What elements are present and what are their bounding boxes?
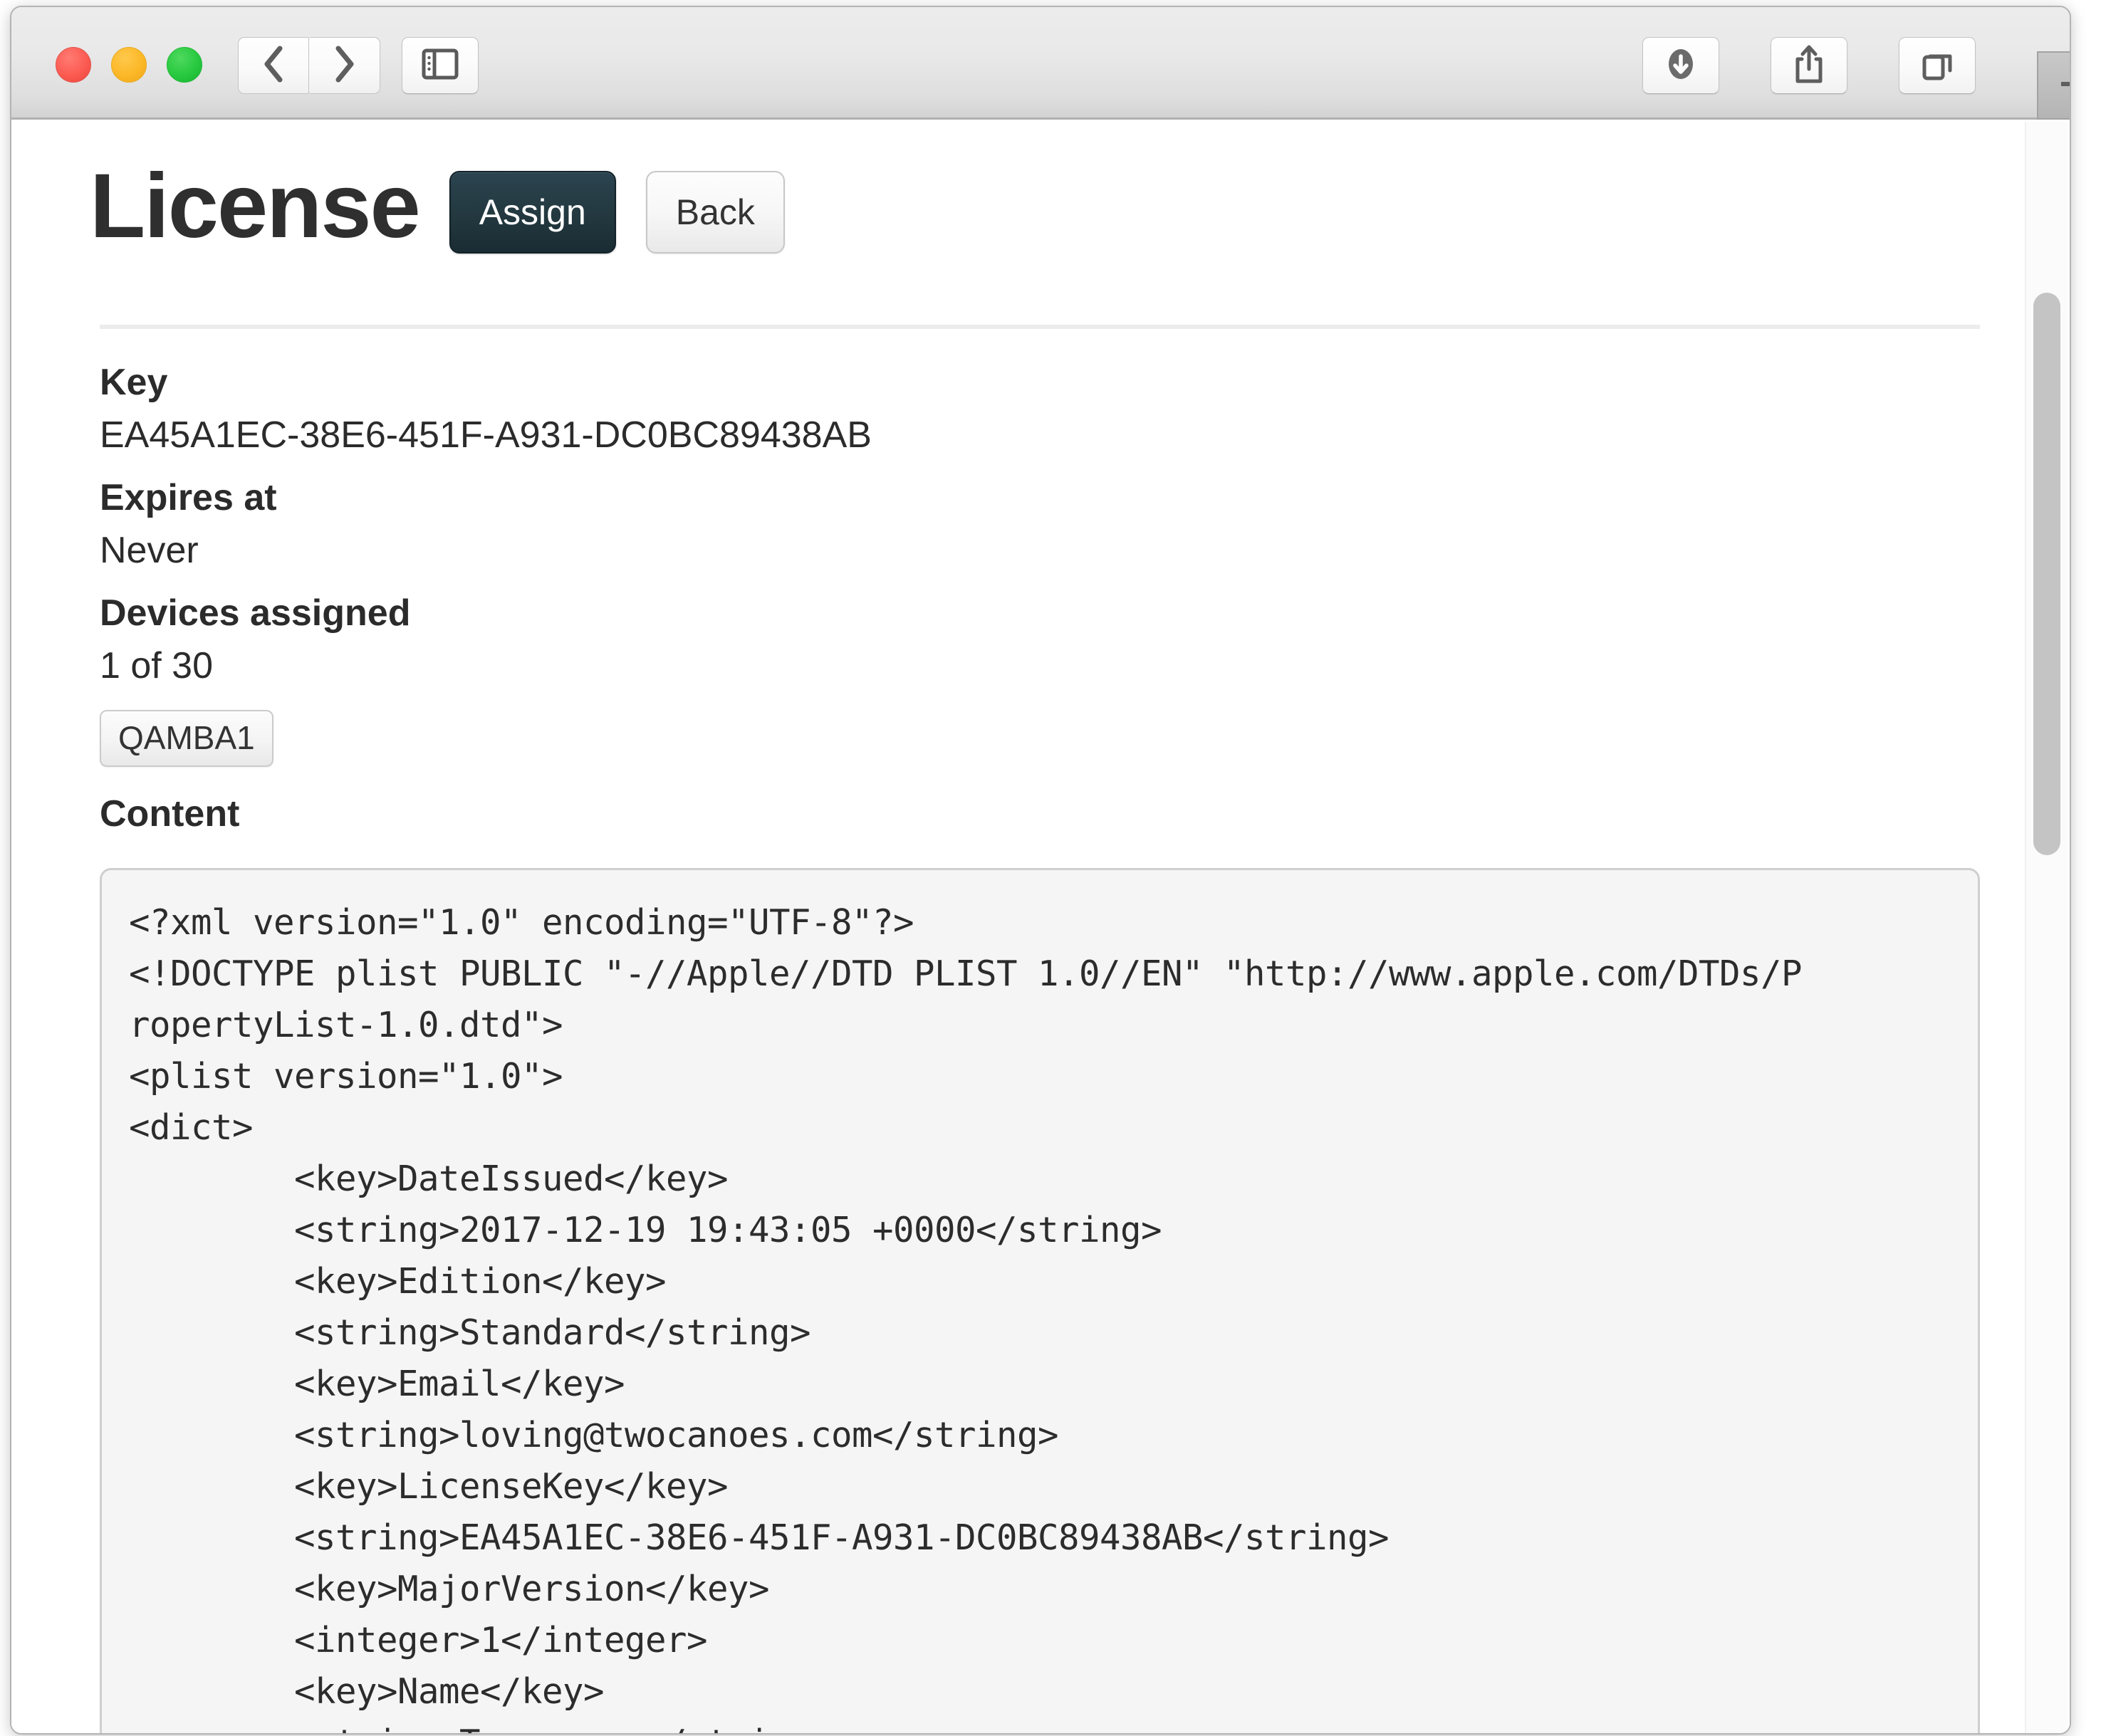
key-value: EA45A1EC-38E6-451F-A931-DC0BC89438AB [100, 414, 872, 456]
back-navigation-button[interactable]: Back [645, 171, 785, 253]
key-label: Key [100, 362, 168, 403]
share-icon [1793, 43, 1825, 88]
maximize-window-button[interactable] [167, 47, 202, 83]
window-titlebar [11, 7, 2070, 120]
forward-button[interactable] [309, 37, 380, 94]
devices-assigned-value: 1 of 30 [100, 645, 214, 686]
license-details: Key EA45A1EC-38E6-451F-A931-DC0BC89438AB… [100, 364, 1980, 848]
chevron-left-icon [261, 44, 286, 88]
expires-at-label: Expires at [100, 477, 277, 518]
devices-assigned-label: Devices assigned [100, 592, 411, 634]
chevron-right-icon [333, 44, 357, 88]
assigned-device-chip[interactable]: QAMBA1 [100, 710, 273, 767]
page-title: License [90, 155, 421, 257]
share-button[interactable] [1771, 37, 1847, 94]
close-window-button[interactable] [56, 47, 91, 83]
navigation-button-group [238, 37, 380, 94]
minimize-window-button[interactable] [111, 47, 147, 83]
back-button[interactable] [238, 37, 309, 94]
sidebar-toggle-button[interactable] [402, 37, 479, 94]
sidebar-toggle-icon [422, 48, 459, 83]
license-content-box: <?xml version="1.0" encoding="UTF-8"?> <… [100, 868, 1980, 1733]
plus-icon [2055, 65, 2070, 107]
page-content: License Assign Back Key EA45A1EC-38E6-45… [11, 122, 2070, 1733]
expires-at-value: Never [100, 530, 199, 571]
header-divider [100, 325, 1980, 329]
new-tab-button[interactable] [2037, 51, 2070, 120]
content-label: Content [100, 793, 240, 835]
assign-button[interactable]: Assign [449, 171, 616, 253]
downloads-icon [1664, 44, 1698, 88]
page-header: License Assign Back [90, 161, 785, 253]
vertical-scrollbar-thumb[interactable] [2033, 293, 2060, 855]
browser-window: License Assign Back Key EA45A1EC-38E6-45… [10, 6, 2071, 1735]
vertical-scrollbar-track[interactable] [2025, 122, 2068, 1733]
downloads-button[interactable] [1642, 37, 1719, 94]
show-all-tabs-icon [1919, 46, 1956, 85]
license-xml-content: <?xml version="1.0" encoding="UTF-8"?> <… [129, 902, 1803, 1733]
show-all-tabs-button[interactable] [1899, 37, 1976, 94]
